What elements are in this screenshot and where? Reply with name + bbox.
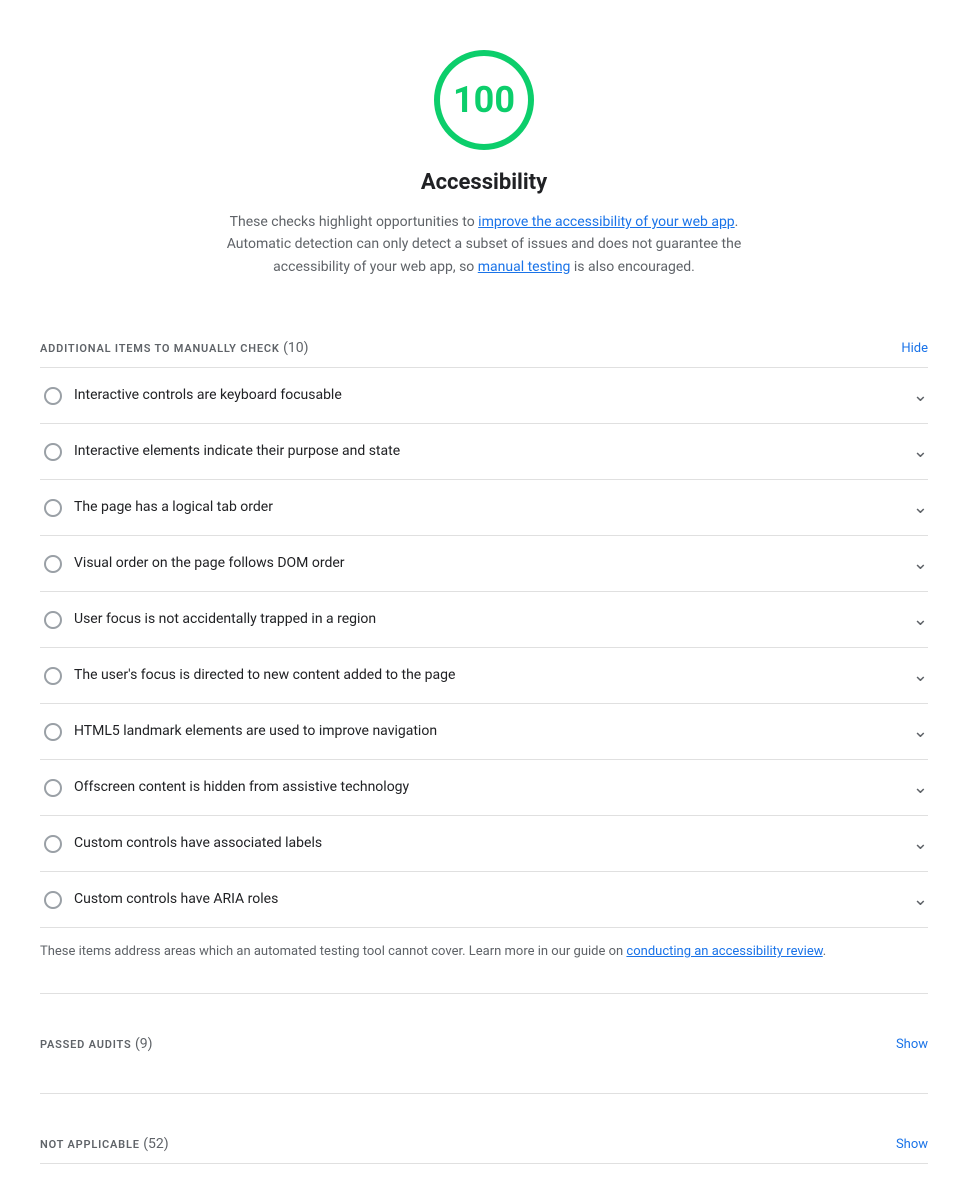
section-divider xyxy=(40,993,928,994)
not-applicable-section-header: NOT APPLICABLE (52) Show xyxy=(40,1114,928,1163)
audit-item-label: Custom controls have ARIA roles xyxy=(74,889,905,910)
audit-status-icon xyxy=(44,779,62,797)
chevron-down-icon: ⌄ xyxy=(913,830,928,857)
chevron-down-icon: ⌄ xyxy=(913,662,928,689)
audit-list: Interactive controls are keyboard focusa… xyxy=(40,367,928,928)
not-applicable-section: NOT APPLICABLE (52) Show xyxy=(40,1093,928,1164)
score-section: 100 Accessibility These checks highlight… xyxy=(40,20,928,298)
footer-note: These items address areas which an autom… xyxy=(40,928,928,963)
audit-status-icon xyxy=(44,387,62,405)
page-container: 100 Accessibility These checks highlight… xyxy=(0,0,968,1204)
manual-testing-link[interactable]: manual testing xyxy=(478,259,571,275)
chevron-down-icon: ⌄ xyxy=(913,886,928,913)
audit-item-label: The user's focus is directed to new cont… xyxy=(74,665,905,686)
audit-item[interactable]: User focus is not accidentally trapped i… xyxy=(40,592,928,648)
audit-item[interactable]: Offscreen content is hidden from assisti… xyxy=(40,760,928,816)
score-title: Accessibility xyxy=(421,166,547,199)
accessibility-review-link[interactable]: conducting an accessibility review xyxy=(626,944,822,959)
manual-section-count: (10) xyxy=(283,340,308,356)
audit-item-label: Visual order on the page follows DOM ord… xyxy=(74,553,905,574)
audit-status-icon xyxy=(44,891,62,909)
chevron-down-icon: ⌄ xyxy=(913,718,928,745)
audit-item[interactable]: Interactive controls are keyboard focusa… xyxy=(40,368,928,424)
manual-section-toggle[interactable]: Hide xyxy=(901,341,928,356)
audit-item-label: The page has a logical tab order xyxy=(74,497,905,518)
improve-accessibility-link[interactable]: improve the accessibility of your web ap… xyxy=(478,214,735,230)
audit-status-icon xyxy=(44,555,62,573)
audit-status-icon xyxy=(44,443,62,461)
audit-item-label: User focus is not accidentally trapped i… xyxy=(74,609,905,630)
audit-status-icon xyxy=(44,499,62,517)
passed-section-title: PASSED AUDITS xyxy=(40,1038,132,1051)
chevron-down-icon: ⌄ xyxy=(913,382,928,409)
audit-item-label: Interactive controls are keyboard focusa… xyxy=(74,385,905,406)
audit-item[interactable]: Custom controls have associated labels ⌄ xyxy=(40,816,928,872)
audit-item[interactable]: The page has a logical tab order ⌄ xyxy=(40,480,928,536)
passed-section-header: PASSED AUDITS (9) Show xyxy=(40,1014,928,1063)
not-applicable-section-title: NOT APPLICABLE xyxy=(40,1138,140,1151)
audit-item[interactable]: The user's focus is directed to new cont… xyxy=(40,648,928,704)
score-value: 100 xyxy=(453,73,515,127)
audit-item[interactable]: HTML5 landmark elements are used to impr… xyxy=(40,704,928,760)
score-circle: 100 xyxy=(434,50,534,150)
audit-status-icon xyxy=(44,611,62,629)
passed-section-toggle[interactable]: Show xyxy=(896,1037,928,1052)
manual-check-title-group: ADDITIONAL ITEMS TO MANUALLY CHECK (10) xyxy=(40,338,309,359)
passed-audits-section: PASSED AUDITS (9) Show xyxy=(40,993,928,1063)
chevron-down-icon: ⌄ xyxy=(913,438,928,465)
not-applicable-title-group: NOT APPLICABLE (52) xyxy=(40,1134,169,1155)
audit-item[interactable]: Interactive elements indicate their purp… xyxy=(40,424,928,480)
audit-status-icon xyxy=(44,723,62,741)
chevron-down-icon: ⌄ xyxy=(913,550,928,577)
chevron-down-icon: ⌄ xyxy=(913,774,928,801)
audit-item-label: Offscreen content is hidden from assisti… xyxy=(74,777,905,798)
audit-item-label: Interactive elements indicate their purp… xyxy=(74,441,905,462)
audit-item-label: HTML5 landmark elements are used to impr… xyxy=(74,721,905,742)
score-description: These checks highlight opportunities to … xyxy=(224,211,744,278)
passed-title-group: PASSED AUDITS (9) xyxy=(40,1034,153,1055)
audit-status-icon xyxy=(44,835,62,853)
section-divider xyxy=(40,1093,928,1094)
passed-section-count: (9) xyxy=(135,1036,153,1052)
chevron-down-icon: ⌄ xyxy=(913,606,928,633)
section-divider-bottom xyxy=(40,1163,928,1164)
not-applicable-section-count: (52) xyxy=(143,1136,168,1152)
manual-check-section-header: ADDITIONAL ITEMS TO MANUALLY CHECK (10) … xyxy=(40,318,928,367)
audit-status-icon xyxy=(44,667,62,685)
audit-item[interactable]: Custom controls have ARIA roles ⌄ xyxy=(40,872,928,928)
chevron-down-icon: ⌄ xyxy=(913,494,928,521)
manual-section-title: ADDITIONAL ITEMS TO MANUALLY CHECK xyxy=(40,342,280,355)
not-applicable-section-toggle[interactable]: Show xyxy=(896,1137,928,1152)
audit-item[interactable]: Visual order on the page follows DOM ord… xyxy=(40,536,928,592)
audit-item-label: Custom controls have associated labels xyxy=(74,833,905,854)
